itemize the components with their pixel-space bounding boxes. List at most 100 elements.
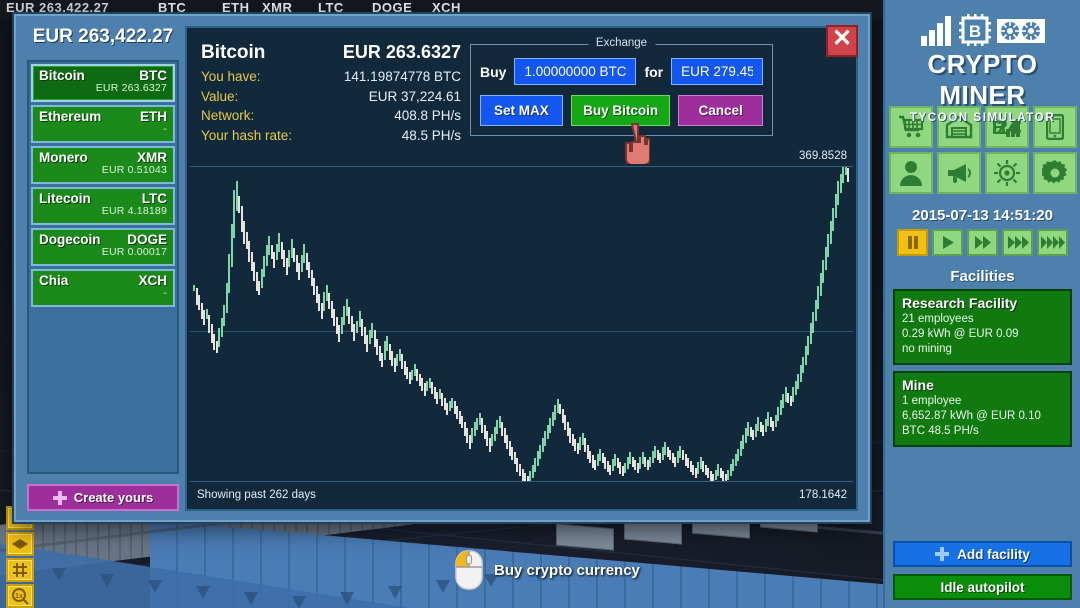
facility-card-mine[interactable]: Mine 1 employee 6,652.87 kWh @ EUR 0.10 …: [893, 371, 1072, 447]
coin-item-eth[interactable]: Ethereum ETH -: [31, 105, 175, 143]
nav-goals-button[interactable]: [984, 152, 1029, 194]
diamond-icon: [12, 539, 28, 549]
close-window-button[interactable]: ✕: [826, 25, 858, 57]
facility-mining: no mining: [902, 343, 952, 355]
buy-label: Buy: [480, 63, 507, 80]
svg-text:B: B: [968, 22, 980, 41]
pause-icon: [907, 236, 918, 249]
coin-price: EUR 0.51043: [101, 164, 167, 176]
fast-forward-3x-icon: [1007, 236, 1029, 249]
coin-item-ltc[interactable]: Litecoin LTC EUR 4.18189: [31, 187, 175, 225]
detail-coin-price: EUR 263.6327: [342, 42, 461, 62]
play-button[interactable]: [932, 229, 963, 256]
coin-item-doge[interactable]: Dogecoin DOGE EUR 0.00017: [31, 228, 175, 266]
buy-total-input[interactable]: [671, 58, 764, 85]
plus-icon: [935, 547, 950, 561]
facility-card-research[interactable]: Research Facility 21 employees 0.29 kWh …: [893, 289, 1072, 365]
logo-icon-row: B: [885, 10, 1080, 46]
action-hint-label: Buy crypto currency: [494, 561, 640, 579]
add-facility-label: Add facility: [957, 546, 1030, 562]
ticker-sym-ltc: LTC: [318, 0, 344, 15]
detail-row-value: Value: EUR 37,224.61: [201, 87, 461, 107]
floor-arrow: [244, 592, 258, 605]
facility-mining: BTC 48.5 PH/s: [902, 425, 979, 437]
detail-label: You have:: [201, 69, 261, 84]
nav-settings-button[interactable]: [1032, 152, 1077, 194]
buy-button-label: Buy Bitcoin: [583, 103, 659, 118]
coin-list-panel: Bitcoin BTC EUR 263.6327 Ethereum ETH - …: [27, 60, 179, 474]
create-yours-button[interactable]: Create yours: [27, 484, 179, 511]
speed-2x-button[interactable]: [967, 229, 998, 256]
chart-high-label: 369.8528: [799, 150, 847, 162]
logo-subtitle: TYCOON SIMULATOR: [909, 112, 1056, 124]
coin-price: -: [163, 287, 167, 299]
set-max-label: Set MAX: [494, 103, 549, 118]
cancel-label: Cancel: [698, 103, 743, 118]
magnifier-icon: 1x: [12, 588, 29, 605]
nav-marketing-button[interactable]: [936, 152, 981, 194]
chart-low-label: 178.1642: [799, 489, 847, 501]
facility-power: 6,652.87 kWh @ EUR 0.10: [902, 410, 1041, 422]
coin-item-xmr[interactable]: Monero XMR EUR 0.51043: [31, 146, 175, 184]
close-icon: ✕: [831, 25, 853, 52]
add-facility-button[interactable]: Add facility: [893, 541, 1072, 567]
facility-power: 0.29 kWh @ EUR 0.09: [902, 328, 1019, 340]
detail-value: 141.19874778 BTC: [343, 69, 461, 84]
create-yours-label: Create yours: [73, 490, 154, 505]
ticker-sym-xmr: XMR: [262, 0, 293, 15]
signal-bars-icon: [920, 16, 951, 46]
for-label: for: [644, 63, 664, 80]
speed-controls: [885, 229, 1080, 256]
floor-arrow: [340, 592, 354, 605]
logo-title: CRYPTO MINER: [927, 49, 1038, 110]
speed-3x-button[interactable]: [1002, 229, 1033, 256]
floor-arrow: [148, 580, 162, 593]
grid-tool-icon[interactable]: [6, 558, 34, 582]
coin-price: EUR 0.00017: [101, 246, 167, 258]
coin-name: Bitcoin: [39, 68, 85, 83]
facilities-title: Facilities: [950, 268, 1015, 285]
coin-symbol: XCH: [138, 273, 167, 288]
coin-name: Chia: [39, 273, 69, 288]
coin-price: EUR 4.18189: [101, 205, 167, 217]
coin-item-btc[interactable]: Bitcoin BTC EUR 263.6327: [31, 64, 175, 102]
ticker-sym-xch: XCH: [432, 0, 461, 15]
detail-value: EUR 37,224.61: [368, 88, 461, 104]
idle-autopilot-button[interactable]: Idle autopilot: [893, 574, 1072, 600]
coin-symbol: LTC: [141, 191, 167, 206]
coin-name: Dogecoin: [39, 232, 101, 247]
exchange-title: Exchange: [587, 37, 656, 49]
buy-amount-input[interactable]: [514, 58, 637, 85]
floor-arrow: [52, 568, 66, 581]
set-max-button[interactable]: Set MAX: [480, 95, 563, 126]
coin-name: Litecoin: [39, 191, 91, 206]
coin-symbol: DOGE: [127, 232, 167, 247]
floor-arrow: [196, 586, 210, 599]
pause-button[interactable]: [897, 229, 928, 256]
hash-icon: [13, 563, 27, 577]
detail-label: Value:: [201, 88, 239, 104]
cancel-button[interactable]: Cancel: [678, 95, 764, 126]
chart-low-gridline: [190, 481, 853, 482]
zoom-tool-icon[interactable]: 1x: [6, 584, 34, 608]
svg-text:1x: 1x: [15, 593, 23, 600]
nav-employees-button[interactable]: [888, 152, 933, 194]
detail-coin-name: Bitcoin: [201, 42, 266, 63]
floor-arrow: [388, 586, 402, 599]
coin-item-xch[interactable]: Chia XCH -: [31, 269, 175, 307]
employee-icon: [899, 161, 922, 186]
game-logo: B CRYPTO MINER TYCOON SIMULATOR: [885, 0, 1080, 124]
idle-autopilot-label: Idle autopilot: [940, 579, 1025, 595]
facility-employees: 21 employees: [902, 313, 974, 325]
facility-name: Research Facility: [902, 295, 1018, 311]
coin-detail-info: Bitcoin EUR 263.6327 You have: 141.19874…: [201, 42, 461, 145]
right-sidebar: B CRYPTO MINER TYCOON SIMULATOR 2 B 2015…: [883, 0, 1080, 608]
coin-symbol: XMR: [137, 150, 167, 165]
facility-employees: 1 employee: [902, 395, 962, 407]
play-icon: [942, 236, 954, 249]
facility-name: Mine: [902, 377, 934, 393]
move-tool-icon[interactable]: [6, 532, 34, 556]
speed-4x-button[interactable]: [1037, 229, 1068, 256]
coin-symbol: BTC: [139, 68, 167, 83]
gear-icon: [1041, 160, 1067, 184]
